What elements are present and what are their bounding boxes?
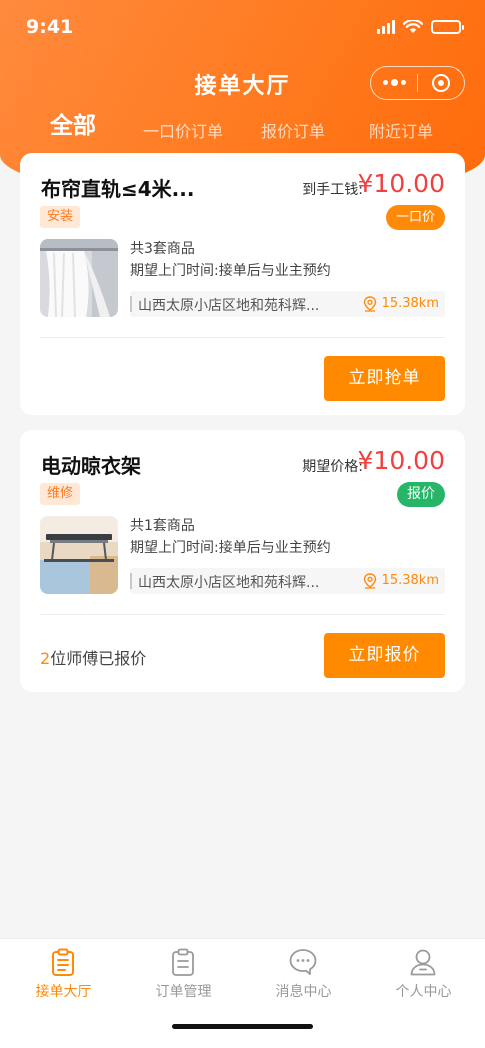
tab-all[interactable]: 全部 bbox=[50, 106, 96, 140]
tab-fixed-price[interactable]: 一口价订单 bbox=[143, 118, 223, 142]
more-icon[interactable] bbox=[371, 79, 417, 86]
bottom-tab-bar: 接单大厅 订单管理 消息中心 个人中心 bbox=[0, 938, 485, 1004]
grab-order-button[interactable]: 立即抢单 bbox=[324, 356, 445, 401]
order-title: 电动晾衣架 bbox=[41, 454, 141, 478]
order-type-badge: 一口价 bbox=[385, 205, 445, 230]
home-indicator[interactable] bbox=[172, 1024, 313, 1029]
order-card[interactable]: 电动晾衣架 期望价格: ¥10.00 维修 报价 共1套商品 期望上门时间:接单… bbox=[20, 430, 465, 692]
submit-quote-button[interactable]: 立即报价 bbox=[324, 633, 445, 678]
signal-icon bbox=[377, 20, 395, 34]
item-count: 共1套商品 bbox=[130, 518, 195, 534]
address-bar: 山西太原小店区地和苑科辉... 15.38km bbox=[130, 291, 445, 317]
mini-program-capsule[interactable] bbox=[370, 66, 465, 100]
status-time: 9:41 bbox=[26, 16, 74, 38]
expected-time: 期望上门时间:接单后与业主预约 bbox=[130, 540, 331, 556]
order-price: ¥10.00 bbox=[357, 169, 445, 198]
price-label: 到手工钱: bbox=[302, 182, 363, 198]
distance: 15.38km bbox=[381, 296, 439, 311]
order-type-badge: 报价 bbox=[397, 482, 445, 507]
order-title: 布帘直轨≤4米... bbox=[41, 177, 195, 201]
user-icon bbox=[410, 949, 436, 976]
status-bar: 9:41 bbox=[0, 0, 485, 56]
tab-quote[interactable]: 报价订单 bbox=[261, 118, 325, 142]
tabbar-item-order-management[interactable]: 订单管理 bbox=[123, 939, 244, 1005]
clipboard-icon bbox=[172, 948, 194, 976]
clipboard-list-icon bbox=[52, 948, 74, 976]
location-pin-icon bbox=[363, 296, 377, 312]
status-icons bbox=[377, 20, 464, 34]
card-divider bbox=[40, 337, 445, 338]
price-label: 期望价格: bbox=[302, 459, 363, 475]
tabbar-label: 消息中心 bbox=[275, 984, 332, 1000]
address-text: 山西太原小店区地和苑科辉... bbox=[138, 298, 320, 314]
card-divider bbox=[40, 614, 445, 615]
tabbar-item-profile[interactable]: 个人中心 bbox=[363, 939, 484, 1005]
home-bar bbox=[0, 1004, 485, 1048]
tab-nearby[interactable]: 附近订单 bbox=[369, 118, 433, 142]
wifi-icon bbox=[403, 20, 423, 33]
close-target-icon[interactable] bbox=[418, 74, 464, 92]
location-pin-icon bbox=[363, 573, 377, 589]
tabbar-label: 订单管理 bbox=[155, 984, 212, 1000]
address-text: 山西太原小店区地和苑科辉... bbox=[138, 575, 320, 591]
address-bar: 山西太原小店区地和苑科辉... 15.38km bbox=[130, 568, 445, 594]
battery-icon bbox=[431, 20, 464, 34]
tabbar-item-message-center[interactable]: 消息中心 bbox=[243, 939, 364, 1005]
distance: 15.38km bbox=[381, 573, 439, 588]
tabbar-item-order-hall[interactable]: 接单大厅 bbox=[3, 939, 124, 1005]
expected-time: 期望上门时间:接单后与业主预约 bbox=[130, 263, 331, 279]
order-card[interactable]: 布帘直轨≤4米... 到手工钱: ¥10.00 安装 一口价 共3套商品 期望上… bbox=[20, 153, 465, 415]
quote-count-label: 位师傅已报价 bbox=[50, 649, 147, 668]
quote-count: 2 bbox=[40, 649, 51, 668]
order-price: ¥10.00 bbox=[357, 446, 445, 475]
service-tag: 安装 bbox=[40, 206, 81, 228]
tabbar-label: 个人中心 bbox=[395, 984, 452, 1000]
curtain-image bbox=[40, 239, 118, 317]
service-tag: 维修 bbox=[40, 483, 81, 505]
chat-bubble-icon bbox=[289, 949, 317, 975]
quote-count-text: 2位师傅已报价 bbox=[40, 645, 146, 669]
item-count: 共3套商品 bbox=[130, 241, 195, 257]
drying-rack-image bbox=[40, 516, 118, 594]
tabbar-label: 接单大厅 bbox=[35, 984, 92, 1000]
order-filter-tabs: 全部 一口价订单 报价订单 附近订单 bbox=[0, 108, 485, 144]
